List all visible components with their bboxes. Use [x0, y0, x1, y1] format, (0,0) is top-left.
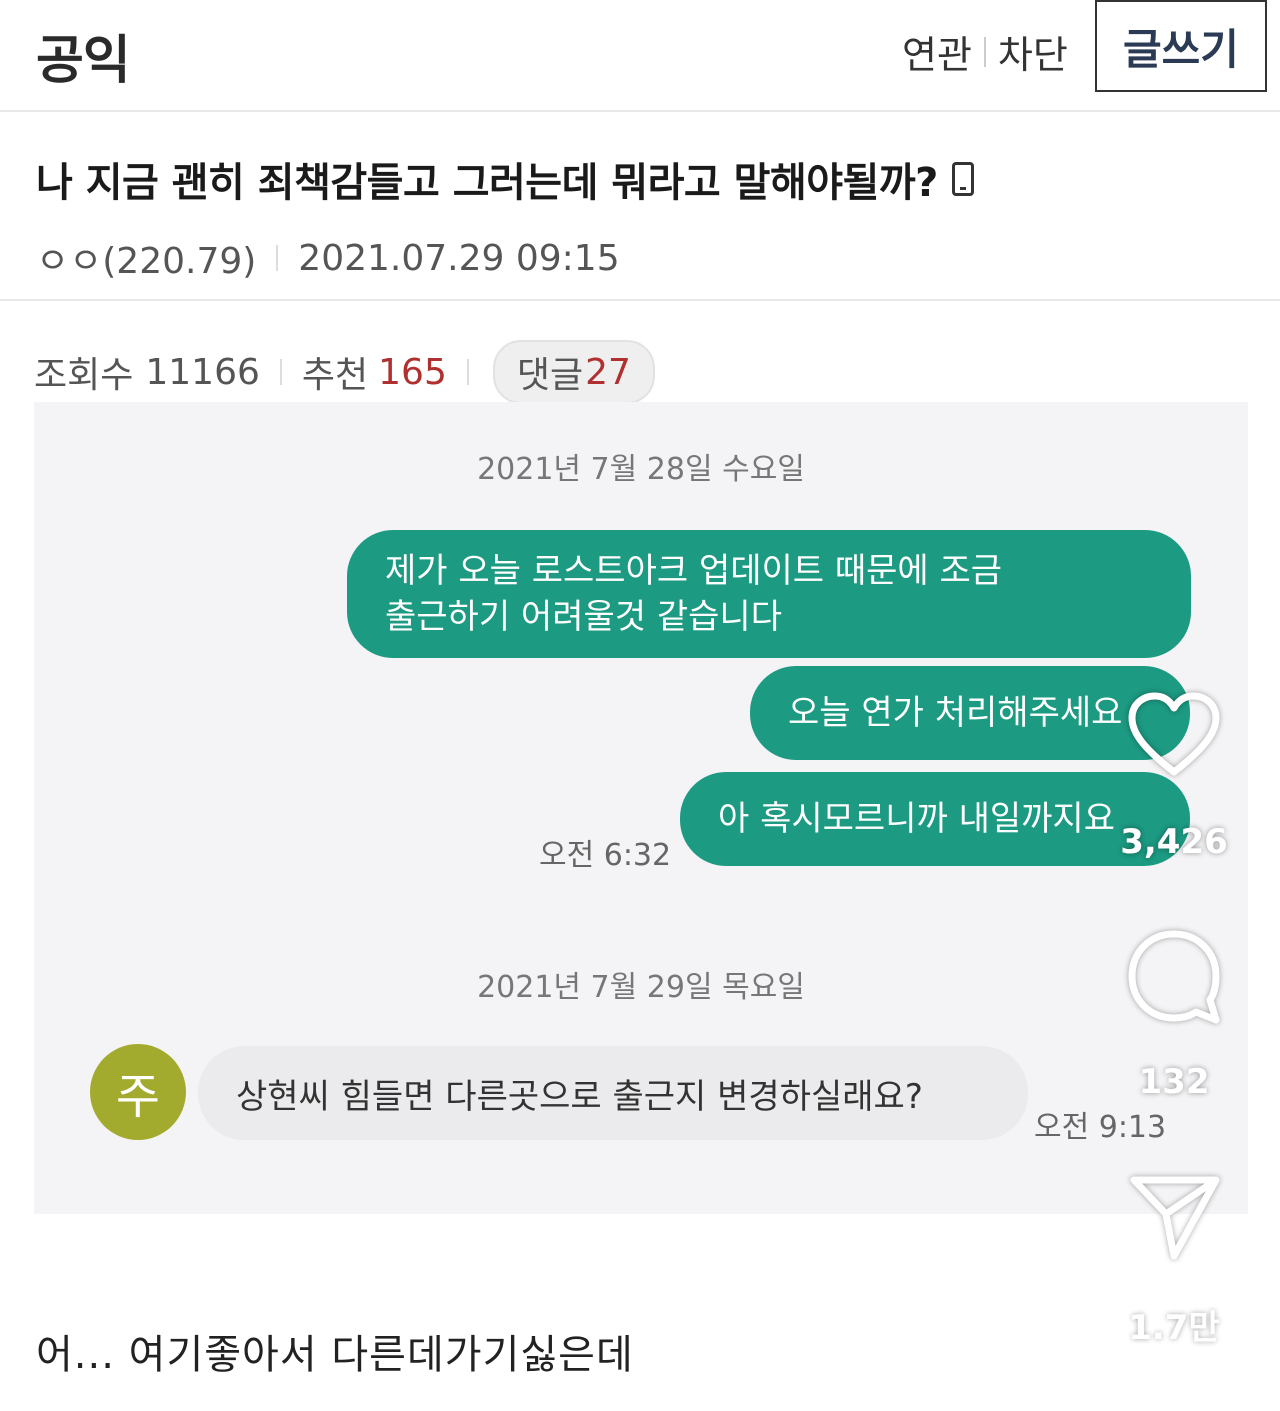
divider [0, 299, 1280, 301]
post-meta: ㅇㅇ(220.79) 2021.07.29 09:15 [36, 232, 620, 284]
block-link[interactable]: 차단 [998, 24, 1068, 79]
date-separator: 2021년 7월 28일 수요일 [477, 452, 805, 487]
message-time: 오전 9:13 [1034, 1110, 1167, 1145]
post-title: 나 지금 괜히 죄책감들고 그러는데 뭐라고 말해야될까? [36, 160, 938, 206]
date-separator: 2021년 7월 29일 목요일 [477, 970, 805, 1005]
message-text: 아 혹시모르니까 내일까지요 [718, 799, 1115, 839]
post-body-text: 어... 여기좋아서 다른데가기싫은데 [36, 1332, 634, 1378]
comments-count: 27 [585, 351, 631, 393]
comment-bubble-icon[interactable] [1124, 926, 1224, 1026]
comment-count-button[interactable]: 댓글 27 [492, 340, 655, 404]
sent-message: 오늘 연가 처리해주세요 [750, 666, 1190, 760]
divider [466, 359, 469, 385]
recommend-count: 165 [378, 351, 447, 393]
divider [276, 245, 279, 271]
received-message: 상현씨 힘들면 다른곳으로 출근지 변경하실래요? [198, 1046, 1028, 1140]
avatar: 주 [90, 1044, 186, 1140]
comment-count: 132 [1138, 1062, 1210, 1102]
heart-icon[interactable] [1126, 690, 1222, 780]
post-title-row: 나 지금 괜히 죄책감들고 그러는데 뭐라고 말해야될까? [36, 150, 974, 208]
gallery-header: 공익 연관 차단 글쓰기 [0, 0, 1280, 112]
mobile-icon [951, 162, 974, 196]
sent-message: 제가 오늘 로스트아크 업데이트 때문에 조금 출근하기 어려울것 같습니다 [347, 530, 1191, 658]
post-datetime: 2021.07.29 09:15 [298, 237, 620, 279]
like-count: 3,426 [1120, 822, 1228, 862]
share-count: 1.7만 [1128, 1308, 1220, 1348]
header-links: 연관 차단 [902, 24, 1068, 79]
recommend-label: 추천 [301, 355, 369, 396]
message-text: 상현씨 힘들면 다른곳으로 출근지 변경하실래요? [236, 1076, 923, 1117]
divider [983, 36, 986, 67]
comments-label: 댓글 [516, 355, 584, 396]
chat-screenshot: 2021년 7월 28일 수요일 제가 오늘 로스트아크 업데이트 때문에 조금… [34, 402, 1248, 1214]
views-count: 11166 [145, 351, 260, 393]
message-time: 오전 6:32 [539, 838, 672, 873]
message-line: 출근하기 어려울것 같습니다 [385, 597, 782, 637]
message-text: 오늘 연가 처리해주세요 [788, 693, 1123, 733]
views-label: 조회수 [34, 355, 134, 396]
message-line: 제가 오늘 로스트아크 업데이트 때문에 조금 [385, 551, 1003, 591]
divider [279, 359, 282, 385]
author-name[interactable]: ㅇㅇ(220.79) [36, 232, 256, 284]
gallery-title[interactable]: 공익 [36, 18, 131, 93]
post-stats: 조회수 11166 추천 165 댓글 27 [34, 340, 655, 404]
related-link[interactable]: 연관 [902, 24, 972, 79]
write-button[interactable]: 글쓰기 [1095, 0, 1267, 92]
send-icon[interactable] [1128, 1172, 1222, 1262]
